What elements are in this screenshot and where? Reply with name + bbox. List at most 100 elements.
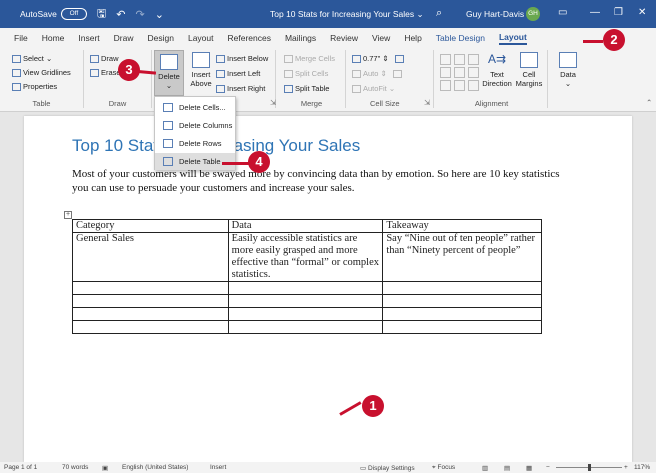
table-cell[interactable]	[72, 320, 229, 334]
tab-layout-page[interactable]: Layout	[188, 33, 214, 43]
table-row[interactable]	[72, 281, 542, 295]
distribute-rows-icon[interactable]	[394, 55, 404, 64]
document-paragraph[interactable]: Most of your customers will be swayed mo…	[72, 167, 560, 195]
table-header-cell[interactable]: Takeaway	[382, 219, 542, 233]
text-direction-button[interactable]: A⇉ Text Direction	[482, 52, 512, 88]
sales-stats-table[interactable]: Category Data Takeaway General Sales Eas…	[72, 219, 542, 334]
table-row[interactable]	[72, 320, 542, 334]
close-icon[interactable]: ✕	[638, 7, 646, 18]
proofing-icon[interactable]: ▣	[102, 464, 108, 472]
merge-cells-button[interactable]: Merge Cells	[284, 54, 335, 64]
page-count[interactable]: Page 1 of 1	[4, 464, 37, 471]
view-gridlines-button[interactable]: View Gridlines	[12, 68, 71, 78]
tab-insert[interactable]: Insert	[78, 33, 99, 43]
cell-size-launcher-icon[interactable]: ⇲	[424, 98, 430, 107]
language-indicator[interactable]: English (United States)	[122, 464, 188, 471]
table-cell[interactable]	[227, 307, 384, 321]
split-cells-button[interactable]: Split Cells	[284, 69, 328, 79]
table-cell[interactable]	[72, 307, 229, 321]
undo-icon[interactable]: ↶	[116, 8, 125, 21]
table-cell[interactable]: General Sales	[72, 232, 229, 282]
draw-table-button[interactable]: Draw	[90, 54, 119, 64]
restore-icon[interactable]: ❐	[614, 7, 623, 18]
properties-button[interactable]: Properties	[12, 82, 57, 92]
delete-dropdown-menu: Delete Cells... Delete Columns Delete Ro…	[154, 96, 236, 170]
tab-review[interactable]: Review	[330, 33, 358, 43]
table-cell[interactable]	[72, 281, 229, 295]
data-button[interactable]: Data ⌄	[554, 52, 582, 88]
tab-table-design[interactable]: Table Design	[436, 33, 485, 43]
table-cell[interactable]	[227, 294, 384, 308]
tab-home[interactable]: Home	[42, 33, 65, 43]
web-layout-icon[interactable]: ▦	[526, 464, 532, 472]
tab-design[interactable]: Design	[148, 33, 174, 43]
tab-mailings[interactable]: Mailings	[285, 33, 316, 43]
select-button[interactable]: Select ⌄	[12, 54, 52, 64]
insert-right-button[interactable]: Insert Right	[216, 84, 265, 94]
alignment-grid[interactable]	[440, 54, 480, 94]
distribute-columns-icon[interactable]	[392, 70, 402, 79]
document-title[interactable]: Top 10 Stats for Increasing Your Sales ⌄	[270, 9, 424, 20]
insert-above-button[interactable]: Insert Above	[188, 52, 214, 88]
zoom-slider-thumb[interactable]	[588, 464, 591, 471]
customize-toolbar-icon[interactable]: ⌄	[155, 8, 164, 21]
tab-table-layout[interactable]: Layout	[498, 32, 527, 45]
split-table-button[interactable]: Split Table	[284, 84, 329, 94]
delete-cells-item[interactable]: Delete Cells...	[155, 99, 235, 116]
table-row[interactable]	[72, 307, 542, 321]
tab-draw[interactable]: Draw	[114, 33, 134, 43]
zoom-level[interactable]: 117%	[634, 464, 650, 471]
minimize-icon[interactable]: —	[590, 7, 600, 18]
alignment-group: A⇉ Text Direction Cell Margins Alignment	[436, 50, 548, 108]
ribbon-display-icon[interactable]: ▭	[558, 7, 567, 18]
table-cell[interactable]	[382, 294, 542, 308]
table-cell[interactable]	[382, 281, 542, 295]
zoom-in-icon[interactable]: +	[624, 464, 628, 471]
redo-icon[interactable]: ↷	[135, 8, 144, 21]
autosave-label: AutoSave	[20, 9, 57, 19]
search-icon[interactable]: ⌕	[436, 7, 442, 20]
table-header-cell[interactable]: Category	[72, 219, 229, 233]
print-layout-icon[interactable]: ▤	[504, 464, 510, 472]
insert-left-button[interactable]: Insert Left	[216, 69, 260, 79]
table-row[interactable]: General Sales Easily accessible statisti…	[72, 232, 542, 282]
table-header-row[interactable]: Category Data Takeaway	[72, 219, 542, 233]
table-cell[interactable]	[227, 281, 384, 295]
tab-file[interactable]: File	[14, 33, 28, 43]
focus-button[interactable]: ⌖ Focus	[432, 464, 455, 472]
insert-above-icon	[192, 52, 210, 68]
zoom-out-icon[interactable]: −	[546, 464, 550, 471]
user-name[interactable]: Guy Hart-Davis	[466, 9, 524, 19]
tab-references[interactable]: References	[228, 33, 271, 43]
table-cell[interactable]	[72, 294, 229, 308]
table-cell[interactable]: Say “Nine out of ten people” rather than…	[382, 232, 542, 282]
column-width-field[interactable]: Auto ⇕	[352, 69, 404, 79]
collapse-ribbon-icon[interactable]: ⌃	[646, 98, 652, 107]
table-cell[interactable]	[382, 307, 542, 321]
table-move-handle[interactable]: +	[64, 211, 72, 219]
avatar[interactable]: GH	[526, 7, 540, 21]
row-height-icon	[352, 55, 361, 64]
save-icon[interactable]: 🖫	[97, 5, 106, 24]
word-count[interactable]: 70 words	[62, 464, 88, 471]
delete-rows-item[interactable]: Delete Rows	[155, 135, 235, 152]
delete-button[interactable]: Delete ⌄	[154, 50, 184, 96]
title-dropdown-icon[interactable]: ⌄	[417, 9, 424, 19]
delete-columns-item[interactable]: Delete Columns	[155, 117, 235, 134]
autosave-toggle[interactable]: Off	[60, 8, 87, 20]
insert-below-button[interactable]: Insert Below	[216, 54, 268, 64]
tab-view[interactable]: View	[372, 33, 390, 43]
read-mode-icon[interactable]: ▥	[482, 464, 488, 472]
row-height-field[interactable]: 0.77" ⇕	[352, 54, 406, 64]
table-cell[interactable]	[227, 320, 384, 334]
table-cell[interactable]: Easily accessible statistics are more ea…	[227, 232, 384, 282]
display-settings-button[interactable]: ▭ Display Settings	[360, 464, 415, 472]
insert-mode-indicator[interactable]: Insert	[210, 464, 226, 471]
cell-margins-button[interactable]: Cell Margins	[514, 52, 544, 88]
table-row[interactable]	[72, 294, 542, 308]
tab-help[interactable]: Help	[404, 33, 421, 43]
autofit-button[interactable]: AutoFit ⌄	[352, 84, 395, 94]
table-header-cell[interactable]: Data	[227, 219, 384, 233]
table-cell[interactable]	[382, 320, 542, 334]
rows-columns-launcher-icon[interactable]: ⇲	[270, 98, 276, 107]
